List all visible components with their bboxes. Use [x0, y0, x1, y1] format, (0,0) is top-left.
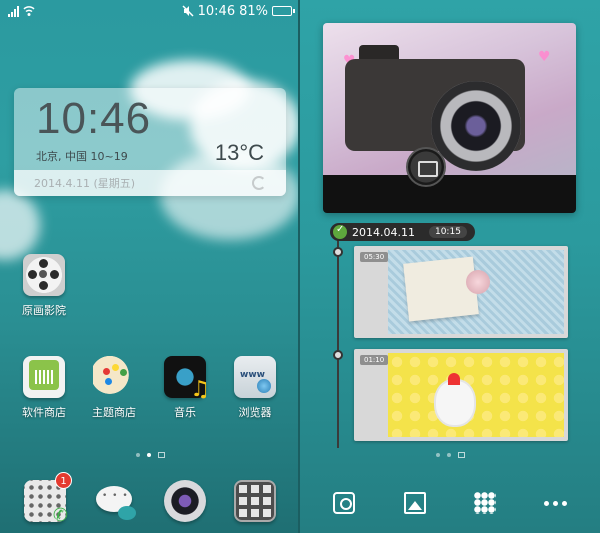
- book-flower-photo: [388, 250, 564, 334]
- app-film-cinema[interactable]: 原画影院: [12, 254, 76, 318]
- camera-lens: [431, 81, 521, 171]
- cloud-decoration: [0, 190, 40, 260]
- app-label: 软件商店: [22, 406, 66, 419]
- widget-city: 北京, 中国 10~19: [36, 150, 128, 163]
- timeline-line: [337, 240, 339, 448]
- page-dot: [436, 453, 440, 457]
- battery-percent: 81%: [239, 3, 268, 19]
- app-label: 主题商店: [92, 406, 136, 419]
- shutter-camera-icon[interactable]: [406, 147, 446, 187]
- photo-timeline-screen: ♥ ♥ ♥ ♥ ♥ 2014.04.11 10:15 05:30 01:10: [300, 0, 600, 533]
- app-software-store[interactable]: 软件商店: [12, 356, 76, 420]
- page-dot: [447, 453, 451, 457]
- mute-icon: [182, 5, 194, 17]
- app-theme-store[interactable]: 主题商店: [82, 356, 146, 420]
- battery-icon: [272, 6, 295, 16]
- widget-temperature: 13°C: [214, 140, 264, 165]
- camera-icon[interactable]: [164, 480, 206, 522]
- gallery-page-icon: [158, 452, 165, 458]
- gallery-icon[interactable]: [404, 492, 426, 514]
- home-screen: 10:46 81% 10:46 北京, 中国 10~19 13°C 2014.4…: [0, 0, 300, 533]
- refresh-icon[interactable]: [252, 176, 266, 190]
- phone-icon: ✆: [52, 505, 68, 526]
- grid-icon[interactable]: [474, 492, 496, 514]
- dialer-icon[interactable]: 1 ✆: [24, 472, 72, 526]
- entry-time: 01:10: [360, 355, 389, 365]
- timeline-time: 10:15: [428, 226, 467, 238]
- timeline-entry[interactable]: 05:30: [354, 246, 568, 338]
- timeline-entry[interactable]: 01:10: [354, 349, 568, 441]
- signal-icon: [8, 5, 19, 17]
- page-dot-active: [147, 453, 151, 457]
- timeline-node: [333, 247, 343, 257]
- film-reel-icon: [23, 254, 65, 296]
- music-icon: [164, 356, 210, 402]
- app-drawer-icon[interactable]: [234, 480, 276, 522]
- browser-icon: [234, 356, 276, 398]
- vintage-camera-photo: ♥ ♥ ♥ ♥ ♥: [323, 23, 576, 175]
- messages-icon[interactable]: [94, 480, 136, 522]
- app-label: 原画影院: [22, 304, 66, 317]
- entry-time: 05:30: [360, 252, 389, 262]
- widget-date: 2014.4.11 (星期五): [34, 177, 136, 190]
- page-dot: [136, 453, 140, 457]
- more-icon[interactable]: [544, 492, 572, 514]
- widget-clock-time: 10:46: [36, 94, 152, 143]
- camera-photo-card[interactable]: ♥ ♥ ♥ ♥ ♥: [323, 23, 576, 213]
- timeline-date-pill: 2014.04.11 10:15: [330, 223, 475, 241]
- palette-icon: [93, 356, 135, 398]
- bottom-toolbar: [300, 477, 600, 533]
- gallery-page-icon: [458, 452, 465, 458]
- clock-weather-widget[interactable]: 10:46 北京, 中国 10~19 13°C 2014.4.11 (星期五): [14, 88, 286, 196]
- heart-decoration: ♥: [538, 49, 551, 65]
- camera-icon[interactable]: [333, 492, 355, 514]
- timeline-date: 2014.04.11: [352, 225, 415, 239]
- status-bar: 10:46 81%: [0, 0, 300, 22]
- chicks-photo: [388, 353, 564, 437]
- status-time: 10:46: [197, 3, 236, 19]
- timeline-node: [333, 350, 343, 360]
- wifi-icon: [23, 6, 35, 16]
- missed-call-badge: 1: [55, 472, 72, 489]
- widget-date-bar: 2014.4.11 (星期五): [14, 170, 286, 196]
- check-icon: [333, 224, 347, 239]
- app-music[interactable]: 音乐: [153, 356, 217, 420]
- page-indicator: [136, 452, 165, 458]
- page-indicator: [436, 452, 465, 458]
- app-label: 音乐: [174, 406, 196, 419]
- software-store-icon: [23, 356, 65, 398]
- app-browser[interactable]: 浏览器: [223, 356, 287, 420]
- app-label: 浏览器: [238, 406, 272, 419]
- photo-card-bar: [323, 175, 576, 213]
